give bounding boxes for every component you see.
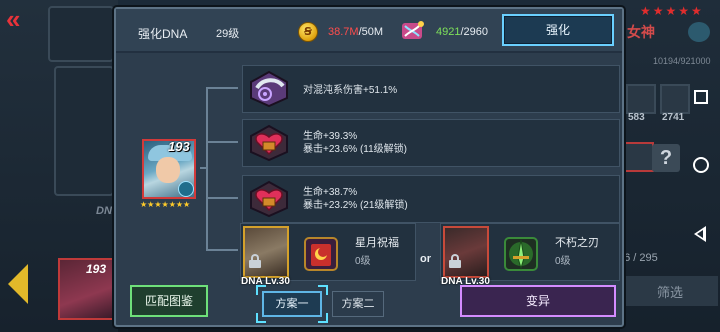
mutation-choice-2[interactable]: DNA Lv.30 不朽之刃 0级 — [440, 223, 620, 287]
lock-icon — [249, 254, 261, 268]
dna-current: 4921 — [436, 26, 461, 38]
connector-line — [206, 197, 238, 199]
choice-skill-name: 星月祝福 — [355, 237, 399, 249]
heart-chest-icon — [250, 180, 288, 218]
lock-icon — [449, 254, 461, 268]
plan-2-tab[interactable]: 方案二 — [332, 291, 384, 317]
coins-current: 38.7M — [328, 26, 359, 38]
choice-hero-portrait — [243, 226, 289, 278]
background-card — [48, 6, 114, 62]
water-element-icon — [688, 22, 710, 42]
home-icon[interactable] — [693, 157, 709, 173]
question-mark-icon[interactable]: ? — [652, 144, 680, 172]
gold-coin-icon: Ꞩ — [298, 22, 318, 42]
option-line: 生命+38.7% — [303, 187, 358, 198]
water-element-icon — [178, 181, 194, 197]
connector-line — [206, 87, 238, 89]
enhance-dna-dialog: 强化DNA 29级 Ꞩ 38.7M/50M 4921/2960 强化 193 ★… — [114, 7, 624, 327]
heart-chest-icon — [250, 124, 288, 162]
plan-1-tab[interactable]: 方案一 — [262, 291, 322, 317]
chaos-damage-icon — [250, 70, 288, 108]
system-nav-bar — [686, 80, 720, 260]
dna-material-icon — [402, 21, 424, 39]
connector-line — [206, 141, 238, 143]
match-codex-button[interactable]: 匹配图鉴 — [130, 285, 208, 317]
coin-cost: 38.7M/50M — [328, 26, 383, 38]
background-card — [54, 66, 114, 196]
or-label: or — [420, 253, 431, 265]
choice-skill-level: 0级 — [355, 256, 371, 267]
background-item-count: 2741 — [662, 112, 685, 123]
dna-max: /2960 — [460, 26, 489, 38]
dna-option-2[interactable]: 生命+39.3% 暴击+23.6% (11级解锁) — [242, 119, 620, 167]
back-chevron-icon[interactable]: « — [6, 6, 44, 32]
choice-skill-level: 0级 — [555, 256, 571, 267]
dna-option-3[interactable]: 生命+38.7% 暴击+23.2% (21级解锁) — [242, 175, 620, 223]
immortal-blade-icon — [504, 237, 538, 271]
option-line: 生命+39.3% — [303, 131, 358, 142]
connector-line — [206, 249, 238, 251]
background-item-count: 583 — [628, 112, 645, 123]
connector-line — [206, 87, 208, 251]
choice-skill-name: 不朽之刃 — [555, 237, 599, 249]
recent-apps-icon[interactable] — [694, 90, 708, 104]
option-line: 暴击+23.6% (11级解锁) — [303, 144, 408, 155]
filter-button[interactable]: 筛选 — [622, 276, 718, 306]
background-hero-thumbnail[interactable]: 193 — [58, 258, 114, 320]
background-hero-level: 193 — [86, 262, 107, 276]
mutation-choice-1[interactable]: DNA Lv.30 星月祝福 0级 — [240, 223, 416, 287]
dna-option-1[interactable]: 对混沌系伤害+51.1% — [242, 65, 620, 113]
dna-cost: 4921/2960 — [436, 26, 488, 38]
choice-hero-portrait — [443, 226, 489, 278]
game-screen: « DNA 193 ★★★★★ 女神 10194/921000 583 2741… — [0, 0, 720, 332]
enhance-button[interactable]: 强化 — [502, 14, 614, 46]
star-moon-book-icon — [304, 237, 338, 271]
option-line: 对混沌系伤害+51.1% — [303, 85, 398, 96]
dialog-header: 强化DNA 29级 Ꞩ 38.7M/50M 4921/2960 强化 — [116, 9, 622, 53]
background-item-tile[interactable] — [624, 142, 654, 172]
background-exp-number: 10194/921000 — [653, 56, 711, 66]
coins-max: /50M — [358, 26, 384, 38]
dialog-title: 强化DNA — [138, 27, 188, 41]
hero-stars: ★★★★★★★ — [140, 200, 191, 209]
hero-level: 193 — [168, 139, 190, 154]
background-stars: ★★★★★ — [640, 4, 704, 18]
option-line: 暴击+23.2% (21级解锁) — [303, 200, 408, 211]
left-arrow-icon[interactable] — [8, 264, 28, 304]
dna-level: 29级 — [216, 28, 240, 40]
mutate-button[interactable]: 变异 — [460, 285, 616, 317]
hero-portrait[interactable]: 193 — [142, 139, 196, 199]
background-title: 女神 — [627, 24, 655, 40]
background-item-tile[interactable] — [626, 84, 656, 114]
